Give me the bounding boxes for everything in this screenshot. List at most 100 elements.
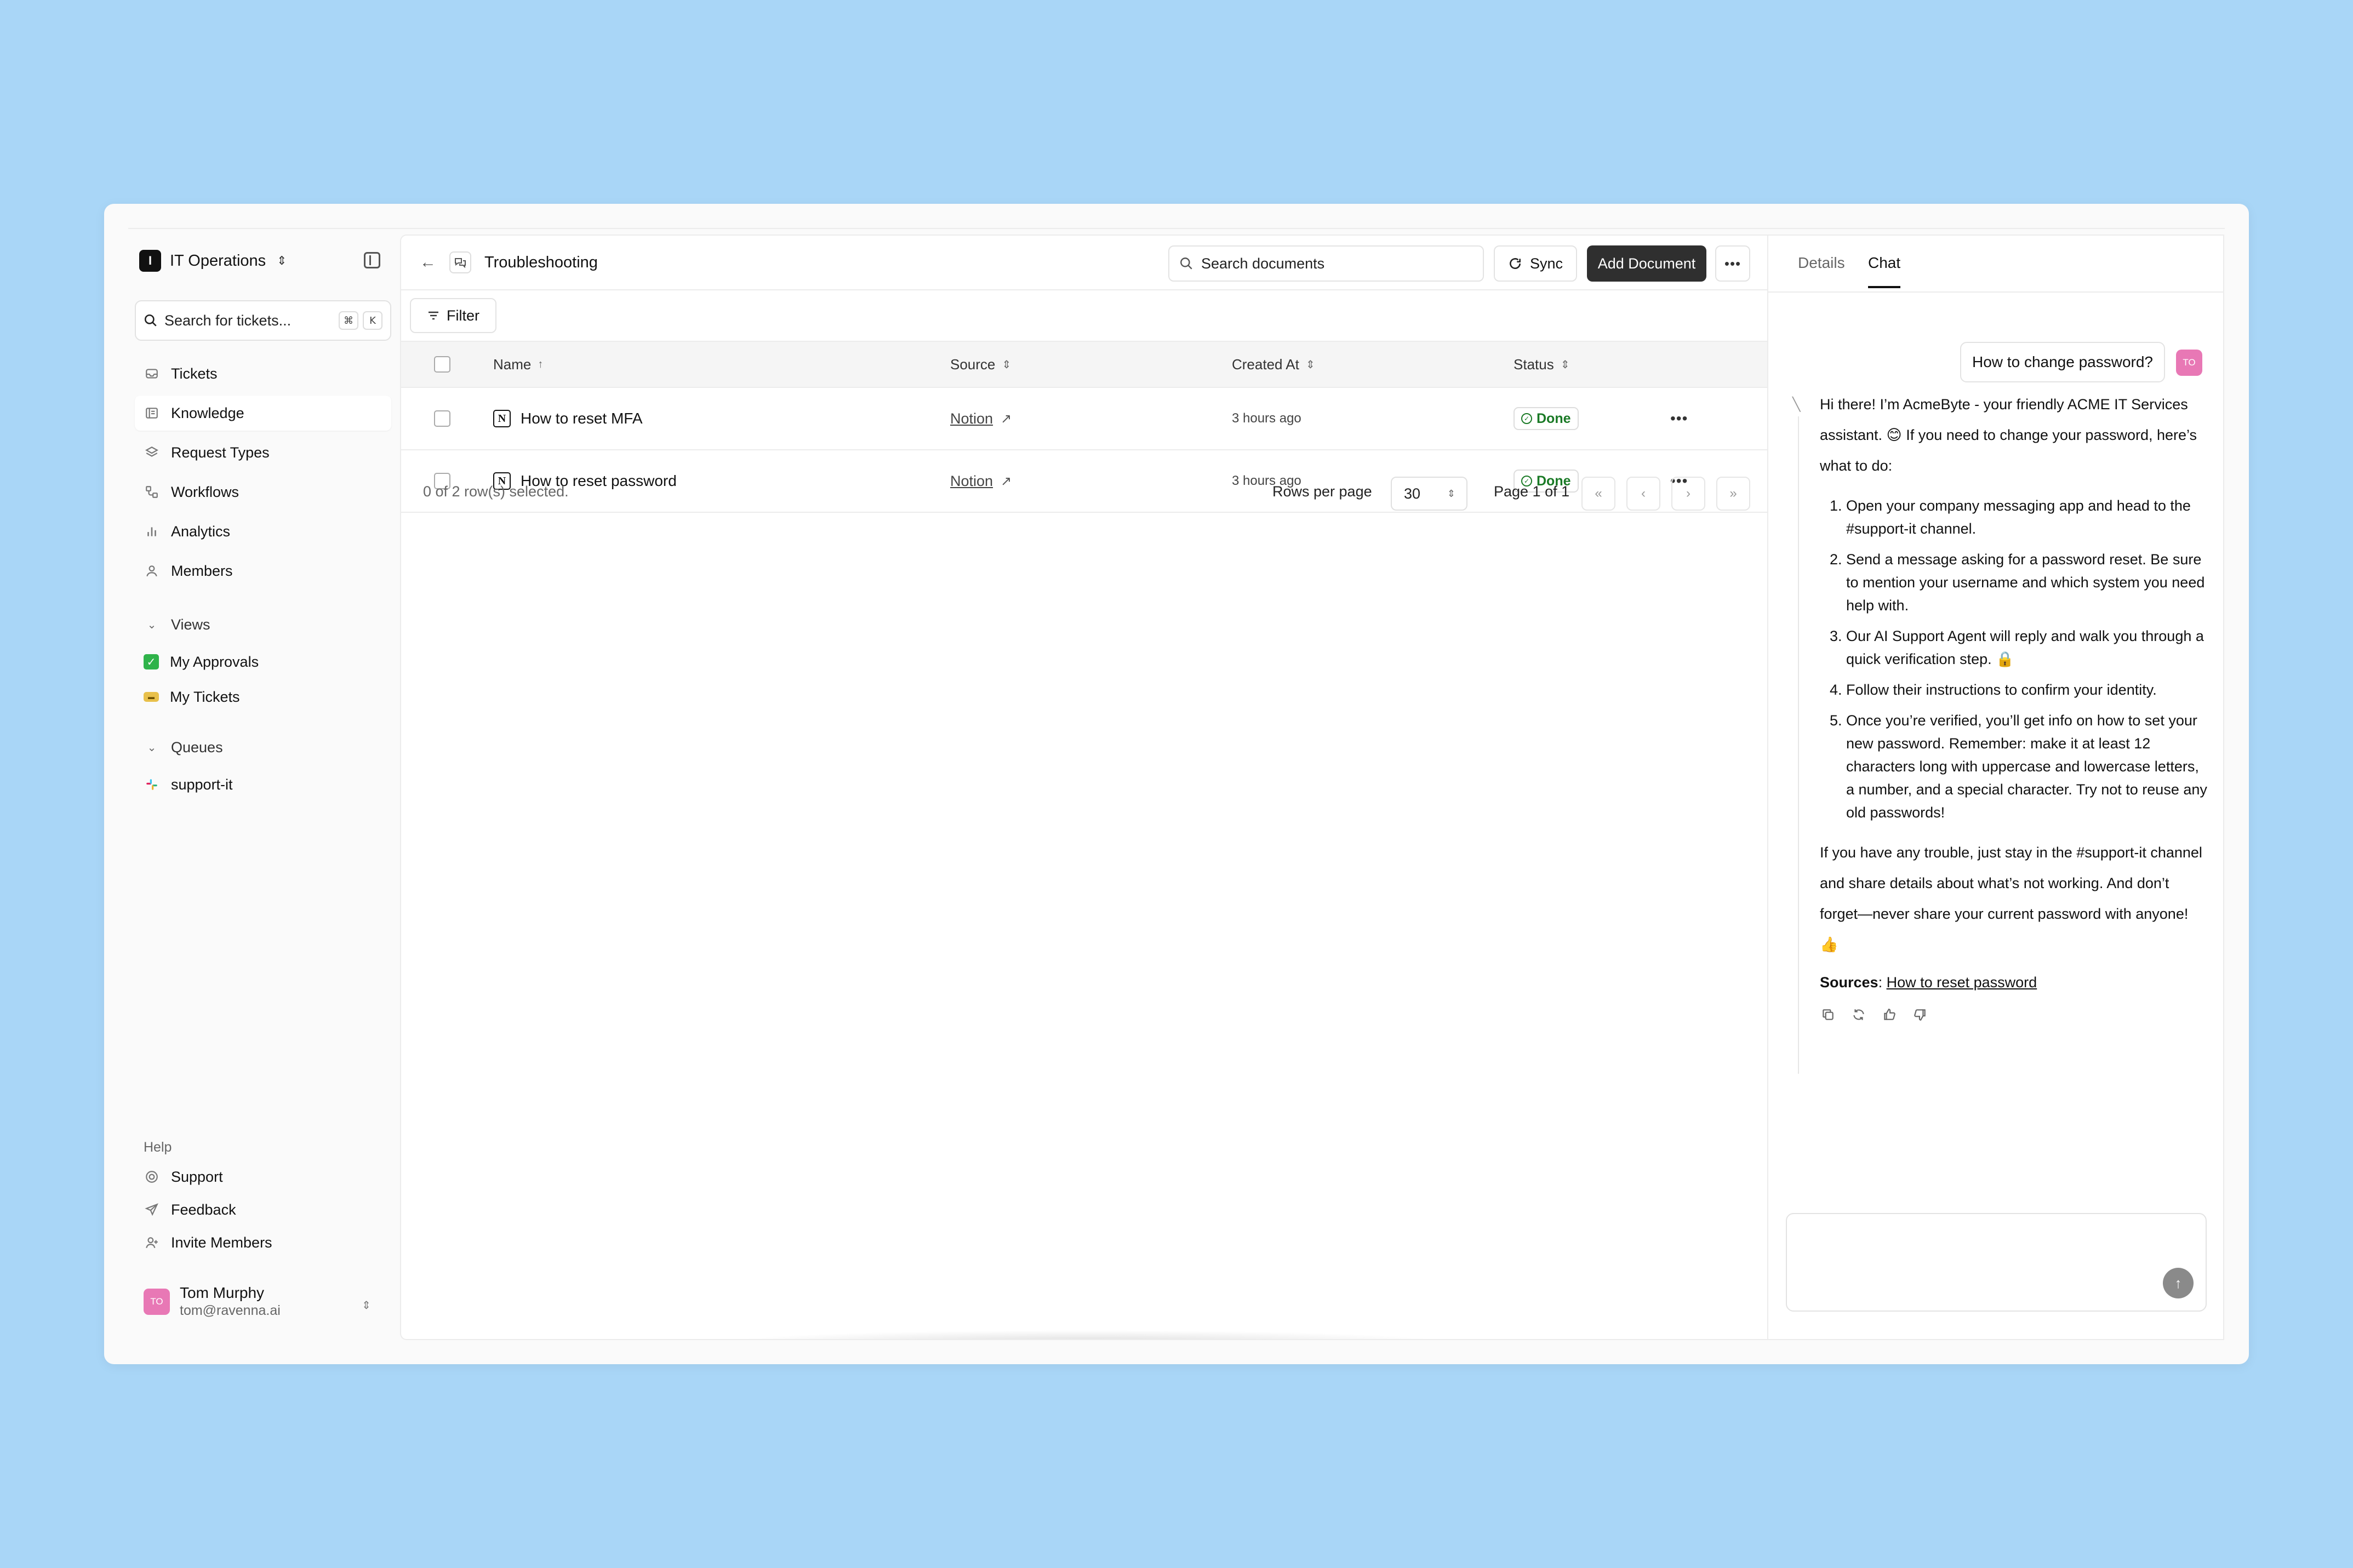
column-created-label: Created At: [1232, 356, 1299, 373]
rows-per-page-select[interactable]: 30 ⇕: [1391, 477, 1467, 511]
column-name[interactable]: Name ↑: [493, 342, 543, 387]
sync-button[interactable]: Sync: [1494, 245, 1577, 282]
sync-label: Sync: [1529, 255, 1563, 272]
rows-per-page-value: 30: [1404, 485, 1421, 502]
nav-item-tickets[interactable]: Tickets: [135, 356, 391, 391]
user-icon: [144, 563, 160, 579]
column-name-label: Name: [493, 356, 532, 373]
regenerate-icon[interactable]: [1851, 1006, 1867, 1023]
column-status[interactable]: Status ⇕: [1514, 342, 1569, 387]
chat-bubbles-icon: [449, 251, 471, 273]
user-name: Tom Murphy: [180, 1284, 265, 1301]
views-section: ⌄ Views ✓ My Approvals ▬ My Tickets: [135, 609, 391, 719]
document-name[interactable]: How to reset MFA: [521, 410, 643, 427]
document-search[interactable]: Search documents: [1168, 245, 1484, 282]
life-buoy-icon: [144, 1169, 160, 1185]
help-nav: Support Feedback Invite Members: [135, 1161, 391, 1260]
back-arrow-icon[interactable]: ←: [420, 253, 436, 272]
nav-item-invite-members[interactable]: Invite Members: [135, 1227, 391, 1258]
prev-page-button[interactable]: ‹: [1626, 477, 1660, 511]
copy-icon[interactable]: [1820, 1006, 1836, 1023]
select-all-checkbox[interactable]: [434, 356, 450, 373]
views-toggle[interactable]: ⌄ Views: [135, 609, 391, 640]
sources: Sources: How to reset password: [1820, 974, 2037, 991]
sidebar-toggle-icon[interactable]: [364, 252, 380, 268]
inbox-icon: [144, 365, 160, 382]
source-link[interactable]: Notion: [950, 410, 993, 427]
last-page-button[interactable]: »: [1716, 477, 1750, 511]
nav-item-label: Support: [171, 1168, 223, 1185]
shortcut-cmd-key: ⌘: [339, 311, 358, 330]
created-at: 3 hours ago: [1232, 411, 1301, 426]
nav-item-workflows[interactable]: Workflows: [135, 474, 391, 510]
external-link-icon: ↗: [1001, 411, 1012, 426]
first-page-button[interactable]: «: [1581, 477, 1615, 511]
check-circle-icon: ✓: [1521, 413, 1532, 424]
ticket-search[interactable]: Search for tickets... ⌘ K: [135, 300, 391, 341]
more-options-icon[interactable]: •••: [1715, 245, 1750, 282]
queues-toggle[interactable]: ⌄ Queues: [135, 732, 391, 763]
column-source[interactable]: Source ⇕: [950, 342, 1011, 387]
layers-icon: [144, 444, 160, 461]
assistant-message: Hi there! I’m AcmeByte - your friendly A…: [1820, 389, 2209, 1023]
nav-item-support[interactable]: Support: [135, 1161, 391, 1192]
send-button[interactable]: ↑: [2163, 1268, 2194, 1298]
assistant-intro: Hi there! I’m AcmeByte - your friendly A…: [1820, 396, 2197, 474]
check-box-emoji-icon: ✓: [144, 654, 159, 669]
list-item: Our AI Support Agent will reply and walk…: [1846, 625, 2209, 671]
tab-details[interactable]: Details: [1798, 254, 1845, 286]
nav-item-feedback[interactable]: Feedback: [135, 1194, 391, 1225]
nav-item-label: Tickets: [171, 365, 218, 382]
selection-count: 0 of 2 row(s) selected.: [423, 483, 569, 500]
page-title: Troubleshooting: [484, 253, 598, 271]
send-icon: [144, 1201, 160, 1218]
status-badge: ✓ Done: [1514, 407, 1579, 430]
nav-item-label: Analytics: [171, 523, 231, 540]
view-item-my-tickets[interactable]: ▬ My Tickets: [135, 679, 391, 714]
table-row[interactable]: N How to reset MFA Notion ↗ 3 hours ago …: [401, 388, 1767, 450]
list-item: Send a message asking for a password res…: [1846, 548, 2209, 617]
nav-item-analytics[interactable]: Analytics: [135, 514, 391, 549]
nav-item-label: Workflows: [171, 483, 239, 500]
workspace-name: IT Operations: [170, 251, 266, 270]
add-document-button[interactable]: Add Document: [1587, 245, 1706, 282]
chevron-left-icon: ‹: [1641, 486, 1646, 501]
chevron-up-down-icon: ⇕: [1447, 488, 1455, 499]
next-page-button[interactable]: ›: [1671, 477, 1705, 511]
thumbs-up-icon[interactable]: [1881, 1006, 1898, 1023]
row-checkbox[interactable]: [434, 410, 450, 427]
nav-item-knowledge[interactable]: Knowledge: [135, 396, 391, 431]
source-link[interactable]: How to reset password: [1887, 974, 2037, 991]
assistant-thread-line: [1798, 416, 1799, 1074]
chevron-down-icon: ⌄: [147, 619, 157, 631]
column-created-at[interactable]: Created At ⇕: [1232, 342, 1315, 387]
nav-item-request-types[interactable]: Request Types: [135, 435, 391, 470]
nav-item-members[interactable]: Members: [135, 553, 391, 588]
workspace-switcher[interactable]: I IT Operations ⇕: [139, 249, 287, 273]
tab-chat[interactable]: Chat: [1868, 254, 1901, 288]
column-status-label: Status: [1514, 356, 1554, 373]
queue-item-support-it[interactable]: support-it: [135, 767, 391, 802]
view-item-my-approvals[interactable]: ✓ My Approvals: [135, 644, 391, 679]
user-message: How to change password?: [1960, 342, 2165, 382]
filter-button[interactable]: Filter: [410, 298, 496, 333]
primary-nav: Tickets Knowledge Request Types Workflow…: [135, 356, 391, 593]
user-menu[interactable]: TO Tom Murphy tom@ravenna.ai: [144, 1284, 281, 1319]
row-menu-icon[interactable]: •••: [1670, 410, 1688, 427]
sort-icon: ⇕: [1560, 358, 1570, 371]
rows-per-page-label: Rows per page: [1272, 483, 1372, 500]
thumbs-down-icon[interactable]: [1912, 1006, 1928, 1023]
search-icon: [144, 314, 157, 327]
views-label: Views: [171, 616, 210, 633]
scroll-shadow: [730, 1330, 1442, 1339]
list-item: Once you’re verified, you’ll get info on…: [1846, 709, 2209, 824]
book-icon: [144, 405, 160, 421]
chevron-up-down-icon[interactable]: ⇕: [362, 1298, 371, 1312]
chat-input[interactable]: ↑: [1786, 1213, 2207, 1312]
chevrons-left-icon: «: [1595, 486, 1602, 501]
chat-panel: Details Chat How to change password? TO …: [1768, 234, 2224, 1340]
assistant-outro: If you have any trouble, just stay in th…: [1820, 844, 2202, 953]
queue-item-label: support-it: [171, 776, 233, 793]
avatar: TO: [144, 1288, 170, 1315]
nav-item-label: Members: [171, 562, 233, 579]
